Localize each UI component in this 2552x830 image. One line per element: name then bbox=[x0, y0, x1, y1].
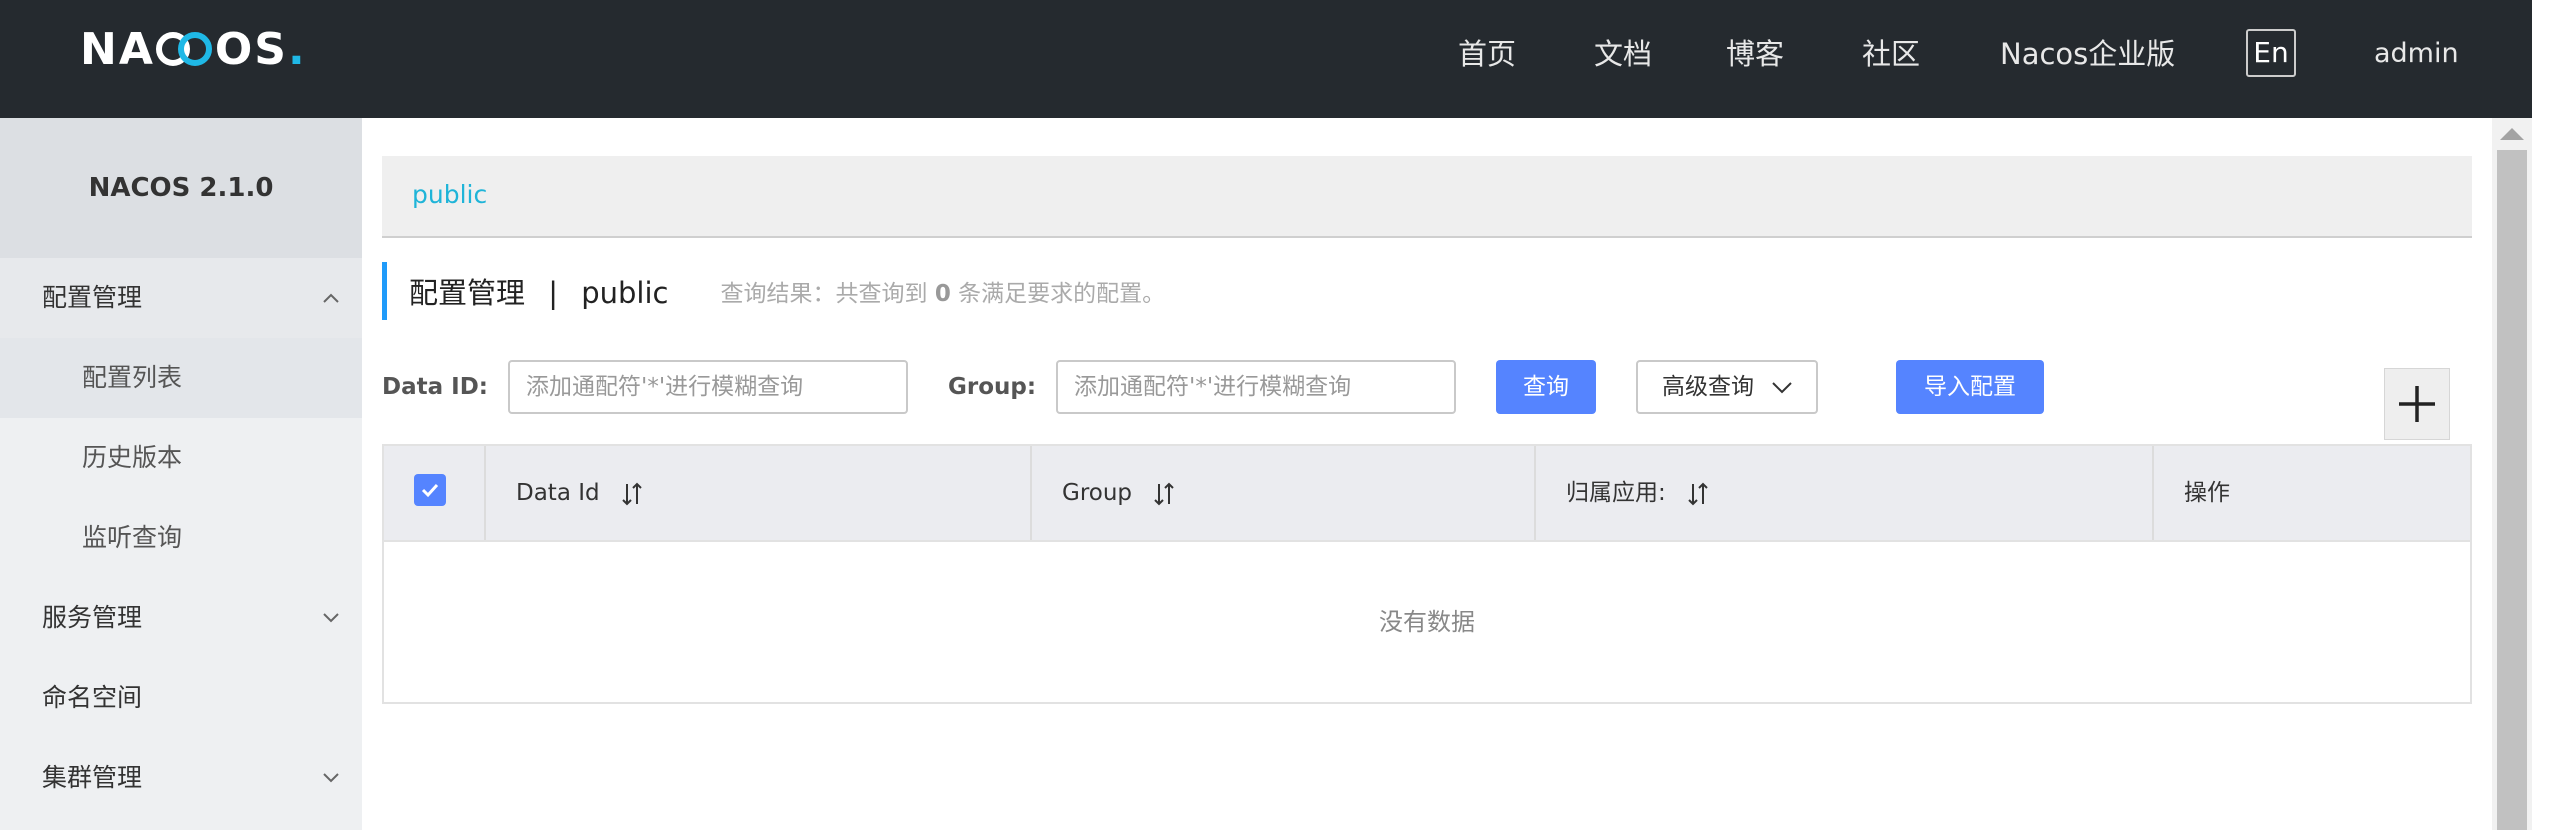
chevron-up-icon bbox=[322, 258, 340, 338]
result-prefix: 查询结果：共查询到 bbox=[720, 281, 928, 307]
column-header-actions: 操作 bbox=[2152, 446, 2470, 540]
top-header: NA OS . 首页 文档 博客 社区 Nacos企业版 En admin bbox=[0, 0, 2552, 118]
logo-suffix: OS bbox=[214, 23, 288, 75]
page-title-text: 配置管理 bbox=[409, 276, 526, 310]
plus-icon bbox=[2399, 386, 2435, 422]
scroll-up-arrow-icon[interactable] bbox=[2500, 128, 2524, 140]
page-title: 配置管理 | public bbox=[409, 270, 669, 312]
page-title-namespace: public bbox=[581, 276, 669, 310]
chevron-down-icon bbox=[1772, 381, 1793, 393]
sidebar-item-label: 集群管理 bbox=[42, 763, 143, 792]
sidebar-item-label: 服务管理 bbox=[42, 603, 143, 632]
check-icon bbox=[421, 483, 439, 498]
sidebar-item-namespace[interactable]: 命名空间 bbox=[0, 658, 362, 738]
dataid-label: Data ID: bbox=[382, 374, 488, 400]
result-count: 0 bbox=[934, 281, 951, 307]
nav-home[interactable]: 首页 bbox=[1458, 32, 1516, 76]
sidebar-item-listener-query[interactable]: 监听查询 bbox=[0, 498, 362, 578]
nav-enterprise[interactable]: Nacos企业版 bbox=[2000, 32, 2175, 76]
column-label: 归属应用: bbox=[1566, 480, 1666, 506]
config-table: Data Id Group 归属应用: 操作 没有数据 bbox=[382, 444, 2472, 704]
window-edge bbox=[2532, 0, 2552, 830]
sort-icon[interactable] bbox=[621, 481, 643, 507]
sidebar-item-label: 监听查询 bbox=[82, 523, 183, 552]
sort-icon[interactable] bbox=[1153, 481, 1175, 507]
sidebar-item-history[interactable]: 历史版本 bbox=[0, 418, 362, 498]
sidebar: NACOS 2.1.0 配置管理 配置列表 历史版本 监听查询 服务管理 命名空… bbox=[0, 118, 362, 830]
column-label: 操作 bbox=[2184, 480, 2230, 506]
column-label: Group bbox=[1062, 480, 1133, 506]
namespace-bar: public bbox=[382, 156, 2472, 238]
filter-bar: Data ID: 添加通配符'*'进行模糊查询 Group: 添加通配符'*'进… bbox=[382, 360, 2482, 414]
chevron-down-icon bbox=[322, 578, 340, 658]
nav-blog[interactable]: 博客 bbox=[1726, 32, 1784, 76]
advanced-query-button[interactable]: 高级查询 bbox=[1636, 360, 1818, 414]
sidebar-title: NACOS 2.1.0 bbox=[0, 118, 362, 258]
language-switch-button[interactable]: En bbox=[2246, 29, 2296, 77]
dataid-input[interactable]: 添加通配符'*'进行模糊查询 bbox=[508, 360, 908, 414]
sidebar-item-config-management[interactable]: 配置管理 bbox=[0, 258, 362, 338]
select-all-column bbox=[384, 446, 484, 540]
sidebar-item-label: 命名空间 bbox=[42, 683, 143, 712]
logo-ring-icon bbox=[155, 29, 214, 69]
column-header-app[interactable]: 归属应用: bbox=[1534, 446, 2152, 540]
empty-table-message: 没有数据 bbox=[1379, 608, 1475, 636]
scrollbar-thumb[interactable] bbox=[2497, 150, 2527, 830]
column-header-dataid[interactable]: Data Id bbox=[484, 446, 1030, 540]
sidebar-item-service-management[interactable]: 服务管理 bbox=[0, 578, 362, 658]
sidebar-item-config-list[interactable]: 配置列表 bbox=[0, 338, 362, 418]
sort-icon[interactable] bbox=[1687, 481, 1709, 507]
table-header: Data Id Group 归属应用: 操作 bbox=[384, 446, 2470, 542]
result-suffix: 条满足要求的配置。 bbox=[958, 281, 1166, 307]
nav-docs[interactable]: 文档 bbox=[1594, 32, 1652, 76]
group-input[interactable]: 添加通配符'*'进行模糊查询 bbox=[1056, 360, 1456, 414]
advanced-query-label: 高级查询 bbox=[1662, 374, 1754, 400]
namespace-link-public[interactable]: public bbox=[412, 180, 487, 209]
chevron-down-icon bbox=[322, 738, 340, 818]
sidebar-item-label: 配置列表 bbox=[82, 363, 183, 392]
column-label: Data Id bbox=[516, 480, 600, 506]
nav-community[interactable]: 社区 bbox=[1862, 32, 1920, 76]
logo-prefix: NA bbox=[80, 23, 155, 75]
select-all-checkbox[interactable] bbox=[414, 474, 446, 506]
column-header-group[interactable]: Group bbox=[1030, 446, 1534, 540]
query-button[interactable]: 查询 bbox=[1496, 360, 1596, 414]
query-result-summary: 查询结果：共查询到 0 条满足要求的配置。 bbox=[721, 274, 1166, 308]
main-content: public 配置管理 | public 查询结果：共查询到 0 条满足要求的配… bbox=[362, 118, 2492, 830]
title-separator: | bbox=[548, 276, 559, 310]
import-config-button[interactable]: 导入配置 bbox=[1896, 360, 2044, 414]
sidebar-item-label: 历史版本 bbox=[82, 443, 183, 472]
nacos-logo[interactable]: NA OS . bbox=[80, 23, 307, 75]
sidebar-item-cluster-management[interactable]: 集群管理 bbox=[0, 738, 362, 818]
page-header: 配置管理 | public 查询结果：共查询到 0 条满足要求的配置。 bbox=[382, 262, 1165, 320]
user-menu[interactable]: admin bbox=[2374, 32, 2459, 76]
sidebar-item-label: 配置管理 bbox=[42, 283, 143, 312]
group-label: Group: bbox=[948, 374, 1037, 400]
add-config-button[interactable] bbox=[2384, 368, 2450, 440]
logo-dot: . bbox=[287, 23, 307, 75]
